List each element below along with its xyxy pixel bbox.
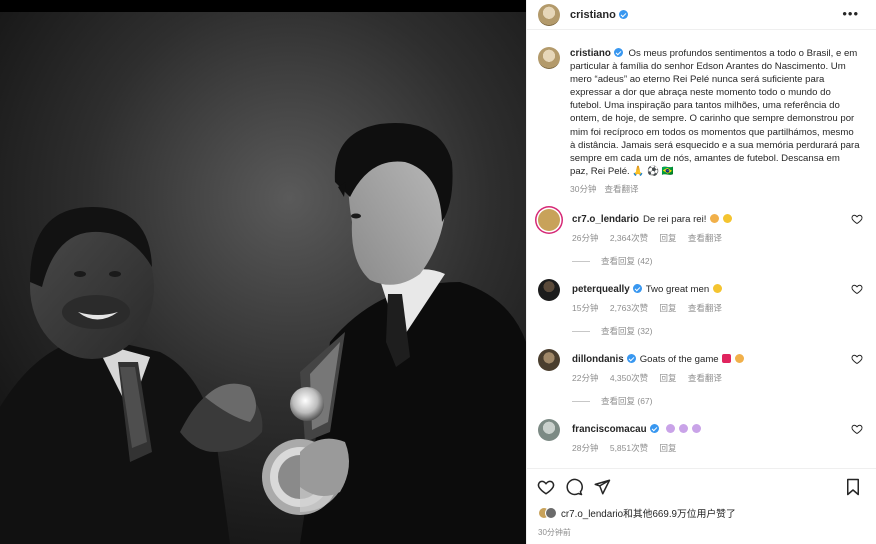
pray-emoji-icon: [666, 424, 676, 433]
comment-username-text[interactable]: franciscomacau: [572, 424, 647, 435]
comment-text: Goats of the game: [639, 354, 719, 365]
comment-likes[interactable]: 4,350次赞: [610, 373, 648, 383]
photo-illustration: [0, 12, 526, 544]
liker-avatar: [545, 507, 557, 519]
photo-top-strip: [0, 0, 526, 12]
verified-badge-icon: [626, 354, 636, 363]
share-icon[interactable]: [593, 478, 611, 496]
comment-username-text[interactable]: dillondanis: [572, 354, 624, 365]
caption-time: 30分钟: [570, 184, 597, 194]
caption-text: Os meus profundos sentimentos a todo o B…: [570, 48, 860, 177]
comment-time: 26分钟: [572, 233, 599, 243]
view-replies[interactable]: 查看回复 (42): [572, 255, 652, 267]
author-username-text[interactable]: cristiano: [570, 9, 616, 21]
caption-username[interactable]: cristiano: [570, 48, 623, 59]
author-username[interactable]: cristiano: [570, 9, 628, 21]
view-replies[interactable]: 查看回复 (32): [572, 325, 652, 337]
comment-heart-icon[interactable]: [851, 213, 863, 225]
comment-time: 15分钟: [572, 303, 599, 313]
comment-likes[interactable]: 2,763次赞: [610, 303, 648, 313]
pray-emoji-icon: [678, 424, 688, 433]
verified-badge-icon: [649, 424, 659, 433]
post-timestamp: 30分钟前: [538, 528, 571, 537]
pray-emoji-icon: [735, 354, 744, 363]
comment-text-line: peterqueally Two great men: [572, 284, 722, 295]
verified-badge-icon: [618, 10, 628, 19]
verified-badge-icon: [613, 48, 623, 57]
red-heart-emoji-icon: [722, 354, 732, 363]
commenter-avatar[interactable]: [538, 419, 560, 441]
commenter-avatar[interactable]: [538, 279, 560, 301]
bookmark-icon[interactable]: [845, 478, 861, 496]
comment-username[interactable]: cr7.o_lendario: [572, 214, 639, 225]
comment-username[interactable]: peterqueally: [572, 284, 642, 295]
caption-see-translation[interactable]: 查看翻译: [604, 184, 638, 194]
comment-meta: 26分钟 2,364次赞 回复 查看翻译: [572, 232, 731, 244]
comment-item: franciscomacau 28分钟 5,851次赞 回复: [527, 419, 876, 468]
comment-username-text[interactable]: peterqueally: [572, 284, 630, 295]
crying-emoji-icon: [722, 214, 732, 223]
comment-text: Two great men: [645, 284, 710, 295]
comment-heart-icon[interactable]: [851, 423, 863, 435]
author-avatar[interactable]: [538, 4, 560, 26]
comment-likes[interactable]: 5,851次赞: [610, 443, 648, 453]
comment-heart-icon[interactable]: [851, 283, 863, 295]
liked-by-summary[interactable]: cr7.o_lendario和其他669.9万位用户赞了: [538, 506, 736, 520]
liked-by-text[interactable]: cr7.o_lendario和其他669.9万位用户赞了: [561, 509, 736, 520]
post-photo[interactable]: [0, 0, 526, 544]
comment-reply[interactable]: 回复: [660, 373, 677, 383]
pray-emoji-icon: [710, 214, 720, 223]
comment-meta: 28分钟 5,851次赞 回复: [572, 442, 686, 454]
pray-emoji-icon: [691, 424, 701, 433]
comment-time: 28分钟: [572, 443, 599, 453]
comment-heart-icon[interactable]: [851, 353, 863, 365]
commenter-avatar[interactable]: [538, 209, 560, 231]
comment-reply[interactable]: 回复: [660, 303, 677, 313]
caption-author-avatar[interactable]: [538, 47, 560, 69]
post-actions-bar: [527, 468, 876, 504]
caption-meta: 30分钟 查看翻译: [570, 183, 646, 195]
comment-translate[interactable]: 查看翻译: [688, 233, 722, 243]
comment-time: 22分钟: [572, 373, 599, 383]
comment-likes[interactable]: 2,364次赞: [610, 233, 648, 243]
comment-item: peterqueally Two great men 15分钟 2,763次赞 回…: [527, 279, 876, 349]
comment-meta: 22分钟 4,350次赞 回复 查看翻译: [572, 372, 731, 384]
comment-item: dillondanis Goats of the game 22分钟 4,350次…: [527, 349, 876, 419]
post-caption: cristiano Os meus profundos sentimentos …: [570, 47, 860, 178]
comment-text-line: cr7.o_lendario De rei para rei!: [572, 214, 732, 225]
comment-translate[interactable]: 查看翻译: [688, 303, 722, 313]
more-options-icon[interactable]: •••: [842, 6, 859, 21]
comment-text-line: dillondanis Goats of the game: [572, 354, 744, 365]
comment-text: De rei para rei!: [642, 214, 707, 225]
view-replies[interactable]: 查看回复 (67): [572, 395, 652, 407]
comment-reply[interactable]: 回复: [660, 233, 677, 243]
smiling-emoji-icon: [712, 284, 722, 293]
comment-username[interactable]: franciscomacau: [572, 424, 659, 435]
comments-section[interactable]: cristiano Os meus profundos sentimentos …: [527, 31, 876, 468]
comment-username[interactable]: dillondanis: [572, 354, 636, 365]
comment-icon[interactable]: [565, 478, 583, 496]
caption-username-text[interactable]: cristiano: [570, 48, 611, 59]
heart-icon[interactable]: [537, 478, 555, 496]
commenter-avatar[interactable]: [538, 349, 560, 371]
comment-translate[interactable]: 查看翻译: [688, 373, 722, 383]
comment-meta: 15分钟 2,763次赞 回复 查看翻译: [572, 302, 731, 314]
comment-item: cr7.o_lendario De rei para rei! 26分钟 2,36…: [527, 209, 876, 279]
verified-badge-icon: [632, 284, 642, 293]
post-side-panel: cristiano ••• cristiano Os meus profundo…: [526, 0, 876, 544]
comment-reply[interactable]: 回复: [660, 443, 677, 453]
comment-text-line: franciscomacau: [572, 424, 701, 435]
post-header: cristiano •••: [527, 0, 876, 30]
